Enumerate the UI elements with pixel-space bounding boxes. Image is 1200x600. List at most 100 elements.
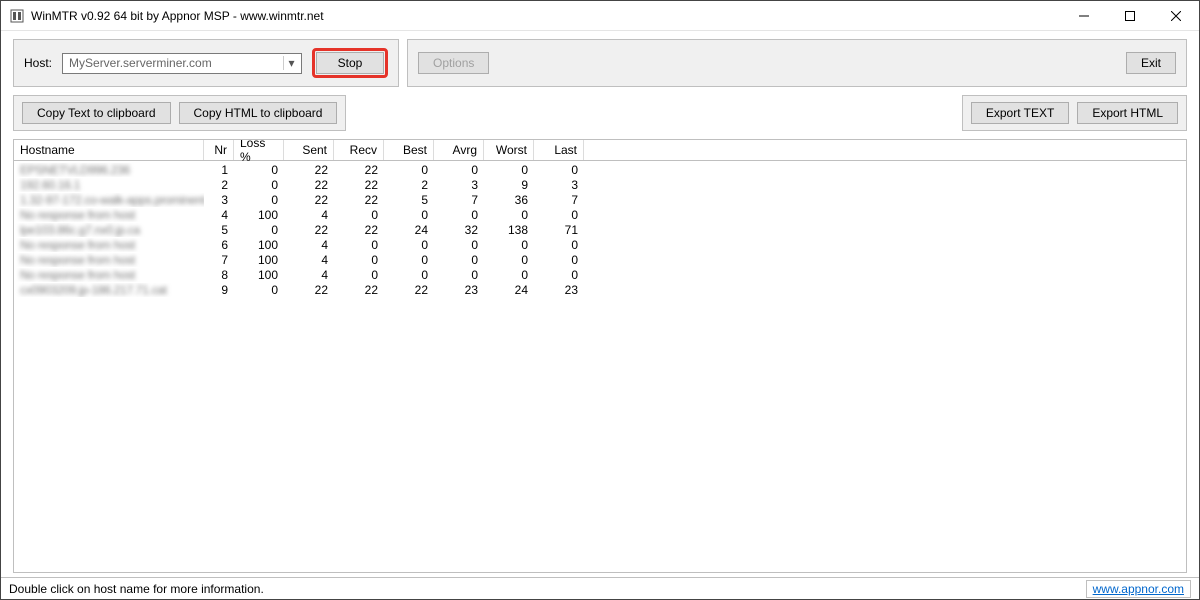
table-row[interactable]: No response from host6100400000 [14,237,1186,252]
cell-hostname: No response from host [14,268,204,282]
minimize-button[interactable] [1061,1,1107,30]
cell-sent: 22 [284,223,334,237]
cell-hostname: No response from host [14,208,204,222]
chevron-down-icon: ▾ [283,56,299,70]
col-spacer [584,140,1186,160]
host-row: Host: MyServer.serverminer.com ▾ Stop Op… [1,31,1199,95]
cell-last: 71 [534,223,584,237]
copy-html-button[interactable]: Copy HTML to clipboard [179,102,338,124]
cell-worst: 0 [484,268,534,282]
cell-last: 3 [534,178,584,192]
cell-nr: 7 [204,253,234,267]
col-loss[interactable]: Loss % [234,140,284,160]
cell-nr: 2 [204,178,234,192]
appnor-link[interactable]: www.appnor.com [1093,582,1184,596]
cell-worst: 138 [484,223,534,237]
col-recv[interactable]: Recv [334,140,384,160]
cell-last: 0 [534,208,584,222]
col-worst[interactable]: Worst [484,140,534,160]
table-row[interactable]: No response from host7100400000 [14,252,1186,267]
cell-nr: 4 [204,208,234,222]
host-combo[interactable]: MyServer.serverminer.com ▾ [62,53,302,74]
cell-avrg: 32 [434,223,484,237]
table-row[interactable]: EPSNETVLD996.2361022220000 [14,162,1186,177]
cell-worst: 0 [484,208,534,222]
export-group: Export TEXT Export HTML [962,95,1187,131]
cell-hostname: 192.60.16.1 [14,178,204,192]
cell-avrg: 0 [434,238,484,252]
cell-avrg: 3 [434,178,484,192]
col-nr[interactable]: Nr [204,140,234,160]
cell-worst: 0 [484,163,534,177]
table-row[interactable]: No response from host8100400000 [14,267,1186,282]
col-last[interactable]: Last [534,140,584,160]
cell-last: 0 [534,268,584,282]
table-row[interactable]: cx0903209.jp-186.217.71.cat9022222223242… [14,282,1186,297]
maximize-button[interactable] [1107,1,1153,30]
cell-best: 22 [384,283,434,297]
cell-loss: 0 [234,163,284,177]
cell-nr: 1 [204,163,234,177]
stop-button[interactable]: Stop [316,52,384,74]
export-html-button[interactable]: Export HTML [1077,102,1178,124]
cell-avrg: 23 [434,283,484,297]
exit-wrap: Exit [1126,52,1176,74]
cell-loss: 0 [234,283,284,297]
cell-hostname: EPSNETVLD996.236 [14,163,204,177]
cell-recv: 22 [334,223,384,237]
cell-avrg: 0 [434,163,484,177]
cell-loss: 100 [234,253,284,267]
app-window: WinMTR v0.92 64 bit by Appnor MSP - www.… [0,0,1200,600]
cell-loss: 0 [234,223,284,237]
options-panel: Options Exit [407,39,1187,87]
copy-text-button[interactable]: Copy Text to clipboard [22,102,171,124]
cell-sent: 4 [284,238,334,252]
host-panel: Host: MyServer.serverminer.com ▾ Stop [13,39,399,87]
exit-button[interactable]: Exit [1126,52,1176,74]
cell-hostname: cx0903209.jp-186.217.71.cat [14,283,204,297]
cell-worst: 0 [484,253,534,267]
export-text-button[interactable]: Export TEXT [971,102,1069,124]
cell-sent: 22 [284,178,334,192]
cell-avrg: 0 [434,253,484,267]
cell-hostname: lpe103.86c.g7.nx0.jp.ca [14,223,204,237]
cell-recv: 0 [334,238,384,252]
col-avrg[interactable]: Avrg [434,140,484,160]
cell-hostname: 1.32-97-172.co-walk-apps.prominent.n… [14,193,204,207]
table-row[interactable]: 1.32-97-172.co-walk-apps.prominent.n…302… [14,192,1186,207]
status-text: Double click on host name for more infor… [9,582,264,596]
cell-sent: 22 [284,163,334,177]
host-value: MyServer.serverminer.com [69,56,283,70]
cell-nr: 9 [204,283,234,297]
cell-sent: 22 [284,193,334,207]
table-row[interactable]: No response from host4100400000 [14,207,1186,222]
stop-highlight: Stop [312,48,388,78]
cell-recv: 22 [334,283,384,297]
cell-best: 5 [384,193,434,207]
cell-sent: 4 [284,253,334,267]
cell-sent: 4 [284,208,334,222]
appnor-link-box: www.appnor.com [1086,580,1191,598]
cell-best: 2 [384,178,434,192]
col-best[interactable]: Best [384,140,434,160]
cell-worst: 24 [484,283,534,297]
cell-worst: 9 [484,178,534,192]
col-hostname[interactable]: Hostname [14,140,204,160]
cell-last: 7 [534,193,584,207]
close-button[interactable] [1153,1,1199,30]
cell-last: 0 [534,238,584,252]
app-icon [9,8,25,24]
cell-sent: 22 [284,283,334,297]
cell-worst: 0 [484,238,534,252]
table-row[interactable]: lpe103.86c.g7.nx0.jp.ca502222243213871 [14,222,1186,237]
cell-avrg: 7 [434,193,484,207]
window-title: WinMTR v0.92 64 bit by Appnor MSP - www.… [31,9,324,23]
table-row[interactable]: 192.60.16.12022222393 [14,177,1186,192]
options-button[interactable]: Options [418,52,489,74]
cell-loss: 0 [234,178,284,192]
cell-nr: 6 [204,238,234,252]
copy-group: Copy Text to clipboard Copy HTML to clip… [13,95,346,131]
col-sent[interactable]: Sent [284,140,334,160]
cell-nr: 3 [204,193,234,207]
cell-worst: 36 [484,193,534,207]
